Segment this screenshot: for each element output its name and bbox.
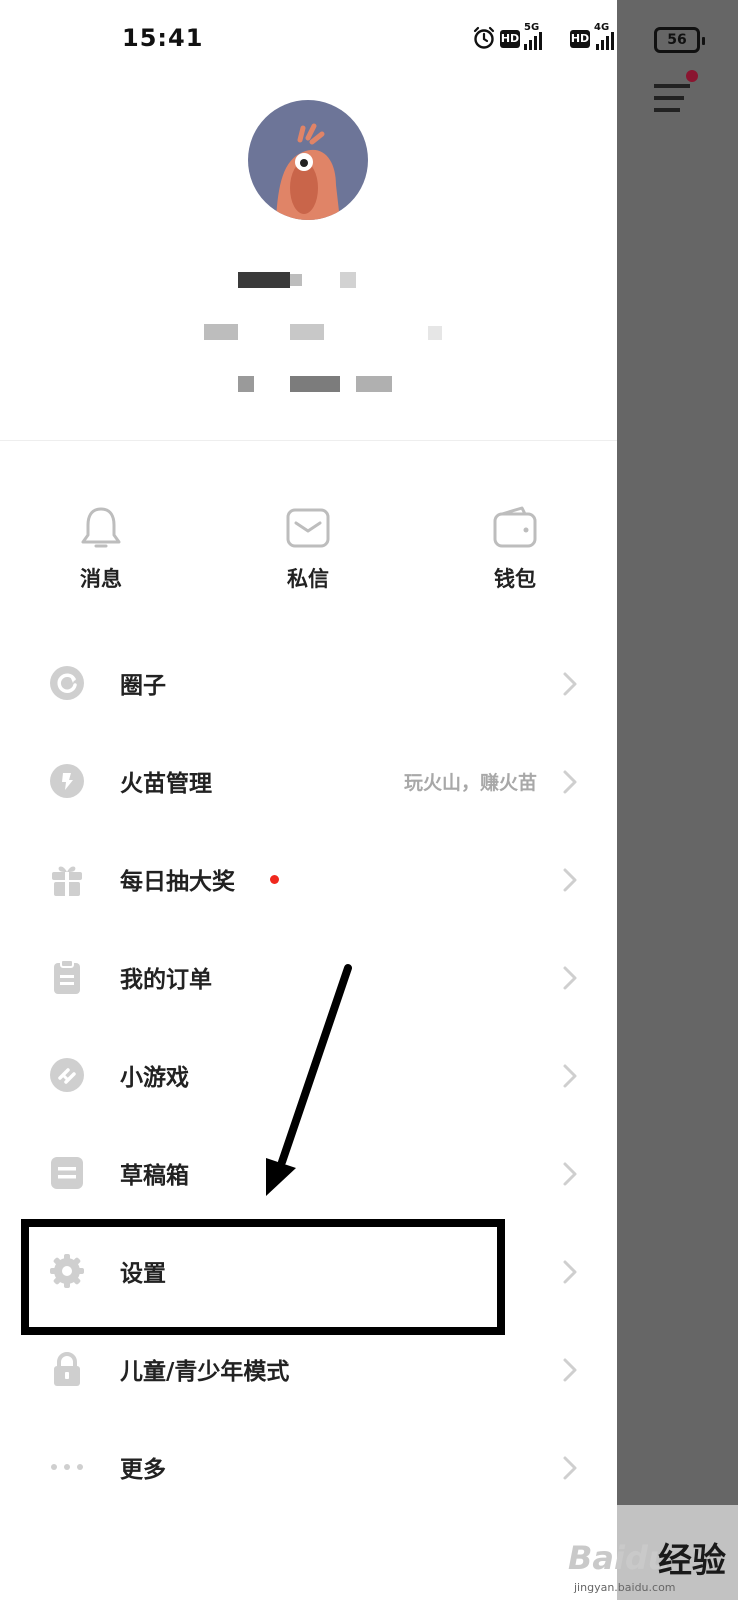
chevron-right-icon [563,1260,577,1284]
dim-overlay[interactable] [617,0,738,1600]
battery-indicator: 56 [654,27,700,53]
chevron-right-icon [563,966,577,990]
new-badge-dot [270,875,279,884]
menu-item-more[interactable]: 更多 [0,1418,617,1516]
menu-item-daily-prize[interactable]: 每日抽大奖 [0,830,617,928]
flame-icon [50,764,84,798]
wallet-icon [493,506,537,548]
redacted-bio [238,376,254,392]
quick-action-messages[interactable]: 消息 [51,505,151,593]
battery-tip [702,37,705,45]
menu-item-drafts[interactable]: 草稿箱 [0,1124,617,1222]
quick-action-label: 钱包 [494,567,536,591]
hd-badge-2: HD [570,30,590,48]
status-bar: 15:41 HD 5G HD 4G 56 [0,0,738,78]
redacted-username-part [290,274,302,286]
hd-badge: HD [500,30,520,48]
draft-box-icon [51,1157,83,1189]
menu-item-label: 更多 [120,1457,166,1483]
menu-item-orders[interactable]: 我的订单 [0,928,617,1026]
menu-item-label: 我的订单 [120,967,212,993]
redacted-id-part [290,324,324,340]
redacted-username-part [340,272,356,288]
section-divider [0,440,617,441]
menu-item-label: 火苗管理 [120,771,212,797]
menu-item-flame[interactable]: 火苗管理 玩火山，赚火苗 [0,732,617,830]
lock-icon [54,1352,80,1386]
watermark-logo: Baidu [568,1539,671,1577]
watermark-brand: 经验 [658,1541,726,1581]
quick-action-wallet[interactable]: 钱包 [465,505,565,593]
bell-icon [81,507,121,548]
annotation-highlight-box [21,1219,505,1335]
menu-item-mini-games[interactable]: 小游戏 [0,1026,617,1124]
redacted-id [204,324,238,340]
redacted-username [238,272,290,288]
signal-icon [524,32,542,50]
envelope-icon [286,508,330,548]
menu-item-label: 圈子 [120,673,166,699]
redacted-bio-part [356,376,392,392]
chevron-right-icon [563,868,577,892]
signal-icon-2 [596,32,614,50]
quick-action-label: 私信 [287,567,329,591]
chevron-right-icon [563,672,577,696]
menu-item-label: 儿童/青少年模式 [120,1359,290,1385]
chevron-right-icon [563,1358,577,1382]
menu-item-label: 草稿箱 [120,1163,189,1189]
alarm-icon [473,26,495,49]
game-link-icon [50,1058,84,1092]
quick-action-private-message[interactable]: 私信 [258,505,358,593]
redacted-bio-part [290,376,340,392]
baidu-jingyan-watermark: Baidu 经验 jingyan.baidu.com [560,1505,738,1600]
redacted-id-part [428,326,442,340]
menu-item-circles[interactable]: 圈子 [0,634,617,732]
more-dots-icon [51,1464,83,1470]
chevron-right-icon [563,1162,577,1186]
avatar[interactable] [248,100,368,220]
gift-icon [52,866,82,896]
avatar-creature-icon [276,123,340,220]
watermark-url: jingyan.baidu.com [574,1581,676,1594]
clipboard-icon [54,959,80,994]
chevron-right-icon [563,1456,577,1480]
menu-item-hint: 玩火山，赚火苗 [403,772,537,794]
notification-dot [686,70,698,82]
status-time: 15:41 [122,24,204,52]
menu-item-label: 小游戏 [120,1065,189,1091]
chevron-right-icon [563,1064,577,1088]
quick-action-label: 消息 [80,567,122,591]
menu-item-label: 每日抽大奖 [120,869,235,895]
circle-refresh-icon [50,666,84,700]
chevron-right-icon [563,770,577,794]
